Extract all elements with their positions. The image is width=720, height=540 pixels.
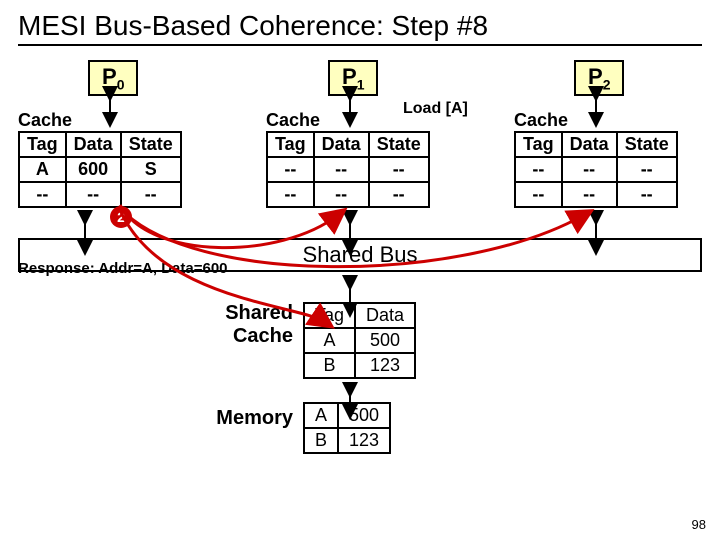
shared-cache-label: Shared Cache [213, 302, 293, 348]
memory-label: Memory [203, 407, 293, 430]
table-row: ------ [267, 157, 429, 182]
processor-p0: P0 [88, 60, 138, 96]
table-row: B123 [304, 353, 415, 378]
cache-p2: Cache TagDataState ------ ------ [514, 110, 678, 208]
table-row: A500 [304, 403, 390, 428]
table-row: A600S [19, 157, 181, 182]
cache-label: Cache [514, 110, 678, 131]
shared-cache-table: TagData A500 B123 [303, 302, 416, 379]
cache-label: Cache [18, 110, 182, 131]
cache-p0: Cache TagDataState A600S ------ [18, 110, 182, 208]
cache-label: Cache [266, 110, 430, 131]
table-row: B123 [304, 428, 390, 453]
step-badge: 2 [110, 206, 132, 228]
processors-row: P0 P1 P2 [18, 60, 702, 100]
table-row: ------ [515, 182, 677, 207]
memory-table: A500 B123 [303, 402, 391, 454]
cache-p1: Cache TagDataState ------ ------ [266, 110, 430, 208]
cache-table-p2: TagDataState ------ ------ [514, 131, 678, 208]
page-title: MESI Bus-Based Coherence: Step #8 [18, 10, 702, 46]
table-row: ------ [515, 157, 677, 182]
shared-bus: Shared Bus [18, 238, 702, 272]
page-number: 98 [692, 517, 706, 532]
caches-row: Load [A] Cache TagDataState A600S ------… [18, 100, 702, 230]
table-row: ------ [267, 182, 429, 207]
processor-p1: P1 [328, 60, 378, 96]
cache-table-p0: TagDataState A600S ------ [18, 131, 182, 208]
cache-table-p1: TagDataState ------ ------ [266, 131, 430, 208]
processor-p2: P2 [574, 60, 624, 96]
table-row: A500 [304, 328, 415, 353]
table-row: ------ [19, 182, 181, 207]
